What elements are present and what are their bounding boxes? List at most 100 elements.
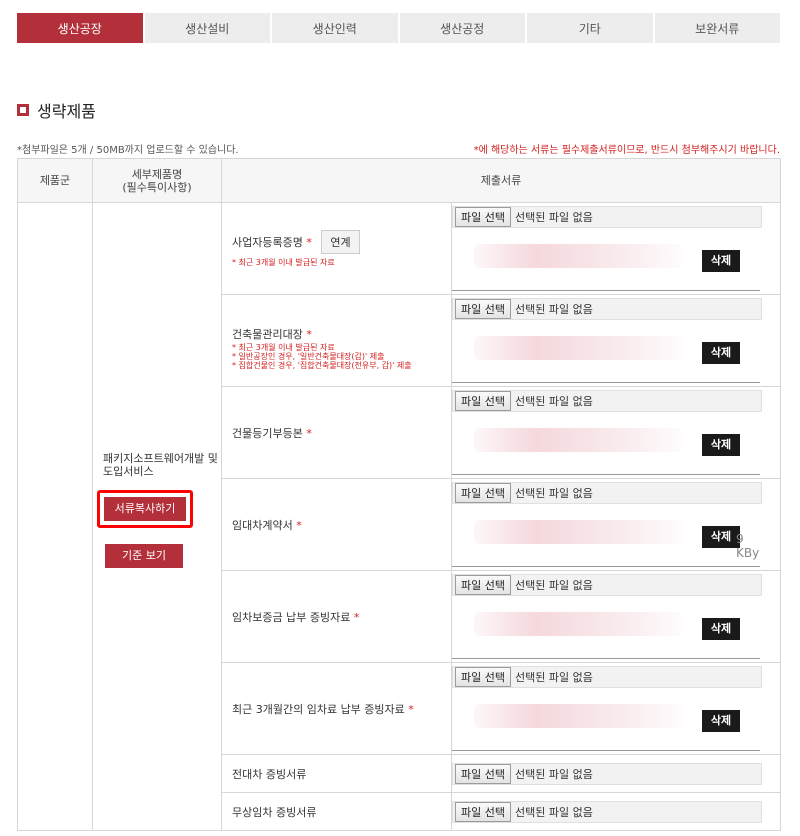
doc-name: 건축물관리대장 bbox=[232, 327, 303, 341]
file-input[interactable]: 파일 선택 선택된 파일 없음 bbox=[452, 574, 762, 596]
file-input[interactable]: 파일 선택 선택된 파일 없음 bbox=[452, 206, 762, 228]
file-status: 선택된 파일 없음 bbox=[514, 767, 593, 781]
required-docs-note: *에 해당하는 서류는 필수제출서류이므로, 반드시 첨부해주시기 바랍니다. bbox=[473, 145, 780, 156]
file-select-button[interactable]: 파일 선택 bbox=[455, 299, 511, 319]
file-status: 선택된 파일 없음 bbox=[514, 303, 593, 316]
file-cell: 파일 선택 선택된 파일 없음 삭제 bbox=[450, 570, 782, 663]
upload-limit-note: *첨부파일은 5개 / 50MB까지 업로드할 수 있습니다. bbox=[17, 145, 239, 156]
doc-name: 전대차 증빙서류 bbox=[232, 767, 307, 781]
file-select-button[interactable]: 파일 선택 bbox=[455, 391, 511, 411]
blurred-filename bbox=[474, 704, 684, 728]
header-documents: 제출서류 bbox=[220, 158, 782, 203]
detail-cell: 패키지소프트웨어개발 및도입서비스 서류복사하기 기준 보기 bbox=[92, 202, 222, 831]
doc-name-cell: 무상임차 증빙서류 bbox=[221, 792, 452, 831]
blurred-filename bbox=[474, 336, 684, 360]
uploaded-file-area: 삭제 bbox=[452, 324, 760, 383]
file-input[interactable]: 파일 선택 선택된 파일 없음 bbox=[452, 800, 762, 823]
uploaded-file-area: 삭제 bbox=[452, 416, 760, 475]
header-detail-line2: (필수특이사항) bbox=[122, 180, 192, 194]
tab-production-workforce[interactable]: 생산인력 bbox=[272, 13, 398, 43]
file-status: 선택된 파일 없음 bbox=[514, 487, 593, 500]
uploaded-file-area: 삭제 9 KBy bbox=[452, 508, 760, 567]
delete-button[interactable]: 삭제 bbox=[702, 250, 740, 272]
header-detail: 세부제품명 (필수특이사항) bbox=[92, 158, 222, 203]
uploaded-file-area: 삭제 bbox=[452, 600, 760, 659]
file-select-button[interactable]: 파일 선택 bbox=[455, 575, 511, 595]
top-tab-bar: 생산공장 생산설비 생산인력 생산공정 기타 보완서류 bbox=[17, 13, 780, 43]
doc-name: 최근 3개월간의 임차료 납부 증빙자료 bbox=[232, 702, 405, 716]
doc-name-cell: 최근 3개월간의 임차료 납부 증빙자료 * bbox=[221, 662, 452, 755]
table-header-row: 제품군 세부제품명 (필수특이사항) 제출서류 bbox=[17, 158, 782, 203]
required-mark: * bbox=[296, 518, 302, 532]
file-cell: 파일 선택 선택된 파일 없음 삭제 bbox=[450, 202, 782, 295]
required-mark: * bbox=[306, 236, 312, 249]
doc-notes: * 최근 3개월 이내 발급된 자료 bbox=[232, 258, 451, 267]
table-row: 패키지소프트웨어개발 및도입서비스 서류복사하기 기준 보기 사업자등록증명 *… bbox=[17, 202, 782, 831]
file-select-button[interactable]: 파일 선택 bbox=[455, 763, 511, 784]
file-status: 선택된 파일 없음 bbox=[514, 579, 593, 592]
copy-documents-button[interactable]: 서류복사하기 bbox=[104, 496, 186, 521]
file-input[interactable]: 파일 선택 선택된 파일 없음 bbox=[452, 298, 762, 320]
link-button[interactable]: 연계 bbox=[321, 230, 360, 254]
file-cell: 파일 선택 선택된 파일 없음 삭제 9 KBy bbox=[450, 478, 782, 571]
delete-button[interactable]: 삭제 bbox=[702, 434, 740, 456]
file-select-button[interactable]: 파일 선택 bbox=[455, 667, 511, 687]
tab-production-process[interactable]: 생산공정 bbox=[399, 13, 525, 43]
doc-note: * 최근 3개월 이내 발급된 자료 bbox=[232, 342, 335, 352]
doc-name: 무상임차 증빙서류 bbox=[232, 805, 317, 819]
doc-note: * 일반공장인 경우, '일반건축물대장(갑)' 제출 bbox=[232, 351, 385, 361]
file-status: 선택된 파일 없음 bbox=[514, 395, 593, 408]
blurred-filename bbox=[474, 520, 684, 544]
file-input[interactable]: 파일 선택 선택된 파일 없음 bbox=[452, 482, 762, 504]
section-title: 생략제품 bbox=[17, 98, 96, 122]
doc-notes: * 최근 3개월 이내 발급된 자료 * 일반공장인 경우, '일반건축물대장(… bbox=[232, 343, 451, 370]
doc-name-cell: 임차보증금 납부 증빙자료 * bbox=[221, 570, 452, 663]
doc-name-cell: 건축물관리대장 * * 최근 3개월 이내 발급된 자료 * 일반공장인 경우,… bbox=[221, 294, 452, 387]
file-input[interactable]: 파일 선택 선택된 파일 없음 bbox=[452, 762, 762, 785]
blurred-filename bbox=[474, 428, 684, 452]
view-standard-button[interactable]: 기준 보기 bbox=[105, 543, 183, 568]
delete-button[interactable]: 삭제 bbox=[702, 526, 740, 548]
tab-supplementary-docs[interactable]: 보완서류 bbox=[654, 13, 780, 43]
file-select-button[interactable]: 파일 선택 bbox=[455, 801, 511, 822]
file-input[interactable]: 파일 선택 선택된 파일 없음 bbox=[452, 666, 762, 688]
blurred-filename bbox=[474, 612, 684, 636]
file-status: 선택된 파일 없음 bbox=[514, 211, 593, 224]
delete-button[interactable]: 삭제 bbox=[702, 342, 740, 364]
required-mark: * bbox=[408, 702, 414, 716]
file-size-text: 9 KBy bbox=[736, 532, 760, 560]
doc-note: * 최근 3개월 이내 발급된 자료 bbox=[232, 258, 335, 267]
file-status: 선택된 파일 없음 bbox=[514, 805, 593, 819]
file-select-button[interactable]: 파일 선택 bbox=[455, 483, 511, 503]
tab-production-equipment[interactable]: 생산설비 bbox=[144, 13, 270, 43]
header-detail-line1: 세부제품명 bbox=[131, 167, 183, 181]
delete-button[interactable]: 삭제 bbox=[702, 710, 740, 732]
uploaded-file-area: 삭제 bbox=[452, 692, 760, 751]
file-cell: 파일 선택 선택된 파일 없음 삭제 bbox=[450, 662, 782, 755]
document-table: 제품군 세부제품명 (필수특이사항) 제출서류 패키지소프트웨어개발 및도입서비… bbox=[17, 158, 782, 831]
square-bullet-icon bbox=[17, 104, 29, 116]
file-cell: 파일 선택 선택된 파일 없음 삭제 bbox=[450, 294, 782, 387]
copy-button-highlight: 서류복사하기 bbox=[97, 489, 193, 528]
doc-name: 임대차계약서 bbox=[232, 518, 293, 532]
doc-name-cell: 전대차 증빙서류 bbox=[221, 754, 452, 793]
file-status: 선택된 파일 없음 bbox=[514, 671, 593, 684]
doc-name-cell: 건물등기부등본 * bbox=[221, 386, 452, 479]
tab-production-factory[interactable]: 생산공장 bbox=[17, 13, 143, 43]
header-category: 제품군 bbox=[17, 158, 93, 203]
uploaded-file-area: 삭제 bbox=[452, 232, 760, 291]
tab-etc[interactable]: 기타 bbox=[527, 13, 653, 43]
required-mark: * bbox=[306, 426, 312, 440]
doc-note: * 집합건물인 경우, '집합건축물대장(전유부, 갑)' 제출 bbox=[232, 360, 412, 370]
file-select-button[interactable]: 파일 선택 bbox=[455, 207, 511, 227]
required-mark: * bbox=[306, 327, 312, 341]
doc-name: 건물등기부등본 bbox=[232, 426, 303, 440]
blurred-filename bbox=[474, 244, 684, 268]
category-cell bbox=[17, 202, 93, 831]
file-input[interactable]: 파일 선택 선택된 파일 없음 bbox=[452, 390, 762, 412]
file-cell: 파일 선택 선택된 파일 없음 삭제 bbox=[450, 386, 782, 479]
detail-product-name: 패키지소프트웨어개발 및도입서비스 bbox=[103, 451, 218, 478]
delete-button[interactable]: 삭제 bbox=[702, 618, 740, 640]
doc-name: 임차보증금 납부 증빙자료 bbox=[232, 610, 351, 624]
section-title-text: 생략제품 bbox=[37, 102, 96, 121]
